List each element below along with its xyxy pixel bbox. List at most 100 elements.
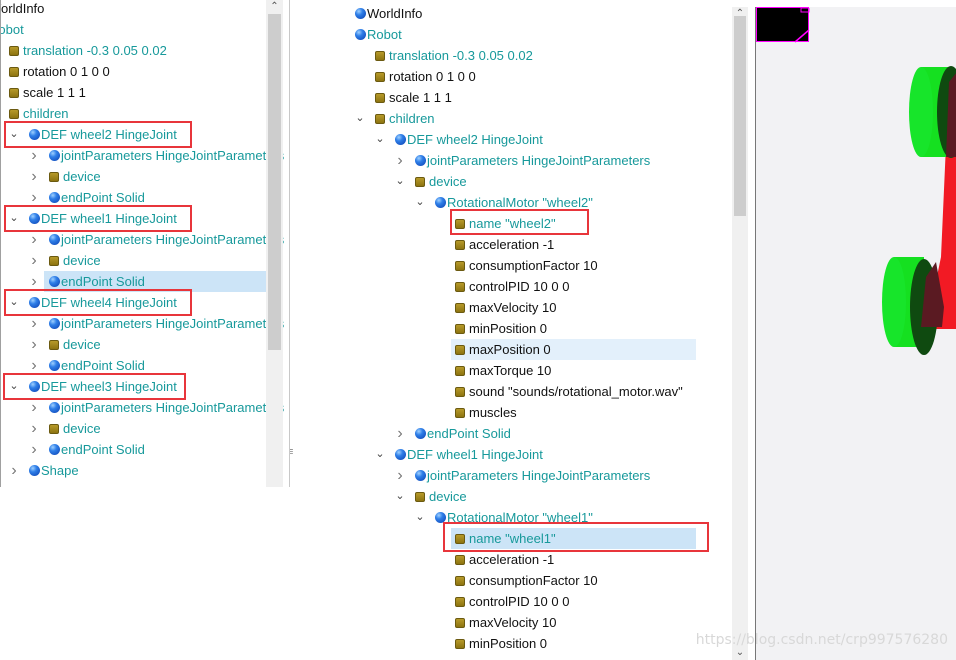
- tree-row[interactable]: sound "sounds/rotational_motor.wav": [290, 381, 730, 402]
- field-box-icon: [455, 597, 465, 607]
- field-box-icon: [9, 88, 19, 98]
- tree-row[interactable]: ⌄ device: [290, 486, 730, 507]
- chevron-right-icon[interactable]: ›: [29, 250, 39, 271]
- tree-row[interactable]: maxPosition 0: [290, 339, 730, 360]
- chevron-right-icon[interactable]: ›: [29, 334, 39, 355]
- tree-row[interactable]: WorldInfo: [1, 0, 267, 19]
- chevron-right-icon[interactable]: ›: [395, 423, 405, 444]
- tree-row-label: rotation 0 1 0 0: [23, 64, 110, 79]
- tree-row[interactable]: › device: [1, 166, 267, 187]
- tree-row[interactable]: › Shape: [1, 460, 267, 481]
- chevron-right-icon[interactable]: ›: [29, 145, 39, 166]
- tree-row[interactable]: muscles: [290, 402, 730, 423]
- node-sphere-icon: [395, 449, 406, 460]
- tree-row-label: acceleration -1: [469, 237, 555, 252]
- chevron-right-icon[interactable]: ›: [29, 229, 39, 250]
- tree-row[interactable]: translation -0.3 0.05 0.02: [1, 40, 267, 61]
- chevron-down-icon[interactable]: ⌄: [375, 444, 385, 465]
- tree-row[interactable]: minPosition 0: [290, 318, 730, 339]
- tree-row[interactable]: › device: [1, 418, 267, 439]
- 3d-viewport[interactable]: [755, 7, 956, 660]
- tree-row[interactable]: › jointParameters HingeJointParameters: [1, 145, 284, 166]
- tree-row[interactable]: ⌄ children: [290, 108, 730, 129]
- tree-row[interactable]: controlPID 10 0 0: [290, 276, 730, 297]
- tree-row[interactable]: › jointParameters HingeJointParameters: [1, 313, 284, 334]
- scrollbar-thumb[interactable]: [268, 14, 281, 350]
- tree-row[interactable]: WorldInfo: [290, 3, 730, 24]
- right-scene-tree: ≡ WorldInfo Robot translation -0.3 0.05 0.…: [290, 0, 750, 660]
- tree-row[interactable]: Robot: [290, 24, 730, 45]
- tree-row[interactable]: rotation 0 1 0 0: [290, 66, 730, 87]
- chevron-right-icon[interactable]: ›: [395, 150, 405, 171]
- node-sphere-icon: [355, 29, 366, 40]
- tree-row[interactable]: › endPoint Solid: [1, 439, 267, 460]
- node-sphere-icon: [49, 276, 60, 287]
- left-scrollbar[interactable]: ⌃: [266, 0, 283, 487]
- tree-row-label: device: [429, 489, 467, 504]
- chevron-down-icon[interactable]: ⌄: [415, 192, 425, 213]
- tree-row-label: WorldInfo: [367, 6, 423, 21]
- tree-row-label: minPosition 0: [469, 321, 548, 336]
- tree-row[interactable]: › device: [1, 250, 267, 271]
- field-box-icon: [9, 109, 19, 119]
- annotation-box-wheel1: [4, 205, 192, 232]
- chevron-right-icon[interactable]: ›: [29, 439, 39, 460]
- tree-row[interactable]: scale 1 1 1: [1, 82, 267, 103]
- tree-row[interactable]: maxVelocity 10: [290, 297, 730, 318]
- chevron-right-icon[interactable]: ›: [29, 397, 39, 418]
- chevron-right-icon[interactable]: ›: [29, 166, 39, 187]
- tree-row[interactable]: controlPID 10 0 0: [290, 591, 730, 612]
- tree-row[interactable]: Robot: [1, 19, 267, 40]
- tree-row[interactable]: minPosition 0: [290, 633, 730, 654]
- tree-row[interactable]: ⌄ device: [290, 171, 730, 192]
- annotation-box-wheel2: [4, 121, 192, 148]
- chevron-down-icon[interactable]: ⌄: [395, 171, 405, 192]
- tree-row[interactable]: maxVelocity 10: [290, 612, 730, 633]
- chevron-down-icon[interactable]: ⌄: [415, 507, 425, 528]
- tree-row[interactable]: › jointParameters HingeJointParameters: [290, 150, 730, 171]
- scroll-up-icon[interactable]: ⌃: [266, 0, 283, 14]
- scroll-down-icon[interactable]: ⌄: [732, 646, 748, 660]
- tree-row-label: muscles: [469, 405, 517, 420]
- tree-row[interactable]: acceleration -1: [290, 549, 730, 570]
- tree-row[interactable]: consumptionFactor 10: [290, 255, 730, 276]
- tree-row-label: controlPID 10 0 0: [469, 279, 570, 294]
- tree-row[interactable]: consumptionFactor 10: [290, 570, 730, 591]
- field-box-icon: [455, 387, 465, 397]
- tree-row-label: consumptionFactor 10: [469, 573, 598, 588]
- tree-row[interactable]: › jointParameters HingeJointParameters: [1, 229, 284, 250]
- tree-row-label: WorldInfo: [1, 1, 45, 16]
- scrollbar-thumb[interactable]: [734, 16, 746, 216]
- tree-row[interactable]: maxTorque 10: [290, 360, 730, 381]
- chevron-down-icon[interactable]: ⌄: [355, 108, 365, 129]
- tree-row[interactable]: acceleration -1: [290, 234, 730, 255]
- tree-row-label: scale 1 1 1: [23, 85, 86, 100]
- chevron-right-icon[interactable]: ›: [29, 418, 39, 439]
- tree-row[interactable]: ⌄ DEF wheel2 HingeJoint: [290, 129, 730, 150]
- tree-row[interactable]: ⌄ DEF wheel1 HingeJoint: [290, 444, 730, 465]
- node-sphere-icon: [29, 465, 40, 476]
- wheel-top: [909, 66, 956, 158]
- chevron-right-icon[interactable]: ›: [395, 465, 405, 486]
- field-box-icon: [415, 177, 425, 187]
- annotation-box-name-wheel1: [443, 522, 709, 552]
- wheel-bottom: [882, 257, 944, 355]
- field-box-icon: [455, 576, 465, 586]
- robot-model[interactable]: [756, 7, 956, 660]
- field-box-icon: [455, 555, 465, 565]
- tree-row[interactable]: rotation 0 1 0 0: [1, 61, 267, 82]
- tree-row[interactable]: › jointParameters HingeJointParameters: [290, 465, 730, 486]
- annotation-box-name-wheel2: [450, 209, 589, 235]
- tree-row[interactable]: translation -0.3 0.05 0.02: [290, 45, 730, 66]
- chevron-right-icon[interactable]: ›: [29, 313, 39, 334]
- tree-row[interactable]: scale 1 1 1: [290, 87, 730, 108]
- tree-row[interactable]: › device: [1, 334, 267, 355]
- right-scrollbar[interactable]: ⌃ ⌄: [732, 7, 748, 660]
- chevron-down-icon[interactable]: ⌄: [375, 129, 385, 150]
- chevron-down-icon[interactable]: ⌄: [395, 486, 405, 507]
- tree-row[interactable]: › endPoint Solid: [290, 423, 730, 444]
- tree-row-label: translation -0.3 0.05 0.02: [23, 43, 167, 58]
- field-box-icon: [455, 282, 465, 292]
- tree-row[interactable]: › jointParameters HingeJointParameters: [1, 397, 284, 418]
- chevron-right-icon[interactable]: ›: [9, 460, 19, 481]
